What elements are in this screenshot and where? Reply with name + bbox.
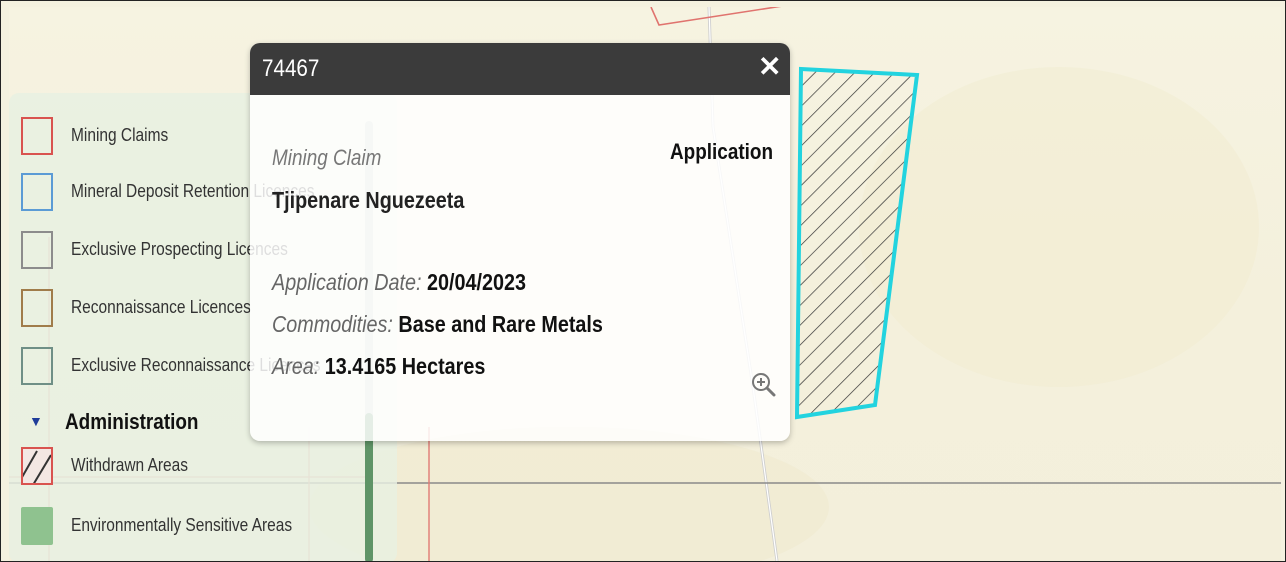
field-value: Base and Rare Metals	[398, 311, 603, 337]
reconnaissance-swatch	[21, 289, 53, 327]
popup-title: 74467	[262, 55, 320, 82]
legend-item-environmentally-sensitive[interactable]: Environmentally Sensitive Areas	[9, 503, 379, 549]
mining-claim-outline	[650, 7, 782, 26]
field-label: Application Date:	[272, 269, 422, 295]
close-icon[interactable]: ✕	[758, 53, 781, 81]
map-frame: Mining Claims Mineral Deposit Retention …	[0, 0, 1286, 562]
legend-label: Environmentally Sensitive Areas	[71, 515, 293, 535]
feature-popup: 74467 ✕ Application Mining Claim Tjipena…	[250, 43, 790, 441]
mining-claims-swatch	[21, 117, 53, 155]
expand-arrow-icon[interactable]: ▼	[29, 413, 43, 429]
legend-label: Reconnaissance Licences	[71, 297, 251, 317]
field-value: 20/04/2023	[427, 269, 527, 295]
environmentally-sensitive-swatch	[21, 507, 53, 545]
popup-header: 74467 ✕	[250, 43, 790, 95]
zoom-in-icon[interactable]	[750, 371, 776, 397]
withdrawn-areas-swatch	[20, 447, 53, 486]
legend-label: Withdrawn Areas	[71, 455, 189, 475]
field-label: Commodities:	[272, 311, 393, 337]
exclusive-prospecting-swatch	[21, 231, 53, 269]
mineral-deposit-swatch	[21, 173, 53, 211]
holder-name: Tjipenare Nguezeeta	[272, 187, 465, 213]
hatch-icon	[20, 450, 52, 486]
application-status: Application	[670, 139, 774, 164]
exclusive-reconnaissance-swatch	[21, 347, 53, 385]
field-label: Area:	[272, 353, 320, 379]
field-commodities: Commodities: Base and Rare Metals	[272, 311, 603, 338]
section-label: Administration	[65, 409, 199, 434]
field-value: 13.4165 Hectares	[324, 353, 486, 379]
title-type: Mining Claim	[272, 145, 382, 170]
field-area: Area: 13.4165 Hectares	[272, 353, 485, 380]
field-application-date: Application Date: 20/04/2023	[272, 269, 526, 296]
legend-label: Mining Claims	[71, 125, 169, 145]
legend-item-withdrawn-areas[interactable]: Withdrawn Areas	[9, 443, 379, 489]
